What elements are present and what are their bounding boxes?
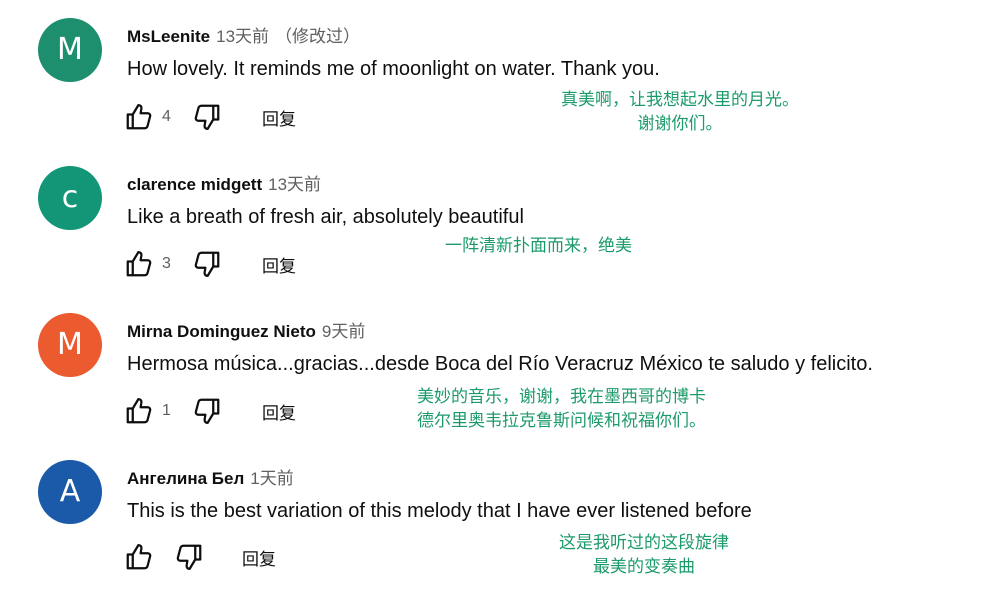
thumb-up-icon	[124, 542, 154, 572]
translation-line: 德尔里奥韦拉克鲁斯问候和祝福你们。	[417, 411, 706, 431]
translation-line: 这是我听过的这段旋律	[559, 533, 729, 553]
reply-button[interactable]: 回复	[242, 545, 276, 570]
comment-actions: 1 回复	[122, 393, 296, 429]
dislike-button[interactable]	[190, 100, 224, 134]
comment-item: c clarence midgett 13天前 Like a breath of …	[0, 148, 1000, 288]
comment-author[interactable]: Mirna Dominguez Nieto	[127, 322, 316, 341]
dislike-button[interactable]	[172, 540, 206, 574]
comment-time[interactable]: 13天前	[268, 175, 321, 194]
comment-meta: clarence midgett 13天前	[127, 170, 321, 195]
translation-line: 一阵清新扑面而来，绝美	[445, 236, 632, 256]
reply-button[interactable]: 回复	[262, 105, 296, 130]
avatar[interactable]: c	[38, 166, 102, 230]
translation-annotation: 这是我听过的这段旋律 最美的变奏曲	[559, 531, 729, 579]
translation-annotation: 美妙的音乐，谢谢，我在墨西哥的博卡 德尔里奥韦拉克鲁斯问候和祝福你们。	[417, 385, 706, 433]
avatar[interactable]: M	[38, 313, 102, 377]
comment-item: M Mirna Dominguez Nieto 9天前 Hermosa músic…	[0, 295, 1000, 435]
comment-time[interactable]: 13天前	[216, 27, 269, 46]
thumb-up-icon	[124, 249, 154, 279]
comment-time[interactable]: 1天前	[250, 469, 293, 488]
avatar[interactable]: A	[38, 460, 102, 524]
thumb-up-icon	[124, 102, 154, 132]
avatar[interactable]: M	[38, 18, 102, 82]
comment-author[interactable]: MsLeenite	[127, 27, 210, 46]
comment-text: Like a breath of fresh air, absolutely b…	[127, 206, 524, 228]
translation-line: 真美啊，让我想起水里的月光。	[561, 90, 799, 110]
comment-meta: Mirna Dominguez Nieto 9天前	[127, 317, 365, 342]
like-button[interactable]	[122, 540, 156, 574]
comment-text: How lovely. It reminds me of moonlight o…	[127, 58, 660, 80]
like-button[interactable]	[122, 247, 156, 281]
like-count: 3	[162, 255, 171, 272]
dislike-button[interactable]	[190, 394, 224, 428]
thumb-down-icon	[192, 102, 222, 132]
comment-text: Hermosa música...gracias...desde Boca de…	[127, 353, 873, 375]
comment-time[interactable]: 9天前	[322, 322, 365, 341]
thumb-down-icon	[174, 542, 204, 572]
dislike-button[interactable]	[190, 247, 224, 281]
reply-button[interactable]: 回复	[262, 252, 296, 277]
comment-actions: 4 回复	[122, 99, 296, 135]
comment-meta: Ангелина Бел 1天前	[127, 464, 294, 489]
comment-item: A Ангелина Бел 1天前 This is the best varia…	[0, 441, 1000, 581]
like-button[interactable]	[122, 100, 156, 134]
translation-line: 谢谢你们。	[637, 114, 723, 134]
comment-author[interactable]: clarence midgett	[127, 175, 262, 194]
translation-line: 最美的变奏曲	[593, 557, 695, 577]
comment-meta: MsLeenite 13天前 （修改过）	[127, 22, 360, 47]
thumb-up-icon	[124, 396, 154, 426]
reply-button[interactable]: 回复	[262, 399, 296, 424]
comment-author[interactable]: Ангелина Бел	[127, 469, 244, 488]
like-count: 4	[162, 108, 171, 125]
comment-text: This is the best variation of this melod…	[127, 500, 752, 522]
comment-item: M MsLeenite 13天前 （修改过） How lovely. It remi…	[0, 0, 1000, 140]
thumb-down-icon	[192, 249, 222, 279]
thumb-down-icon	[192, 396, 222, 426]
translation-annotation: 真美啊，让我想起水里的月光。 谢谢你们。	[561, 88, 799, 136]
like-button[interactable]	[122, 394, 156, 428]
comment-actions: 回复	[122, 539, 276, 575]
translation-line: 美妙的音乐，谢谢，我在墨西哥的博卡	[417, 387, 706, 407]
translation-annotation: 一阵清新扑面而来，绝美	[445, 234, 632, 258]
edited-label: （修改过）	[275, 27, 361, 46]
like-count: 1	[162, 402, 171, 419]
comment-actions: 3 回复	[122, 246, 296, 282]
